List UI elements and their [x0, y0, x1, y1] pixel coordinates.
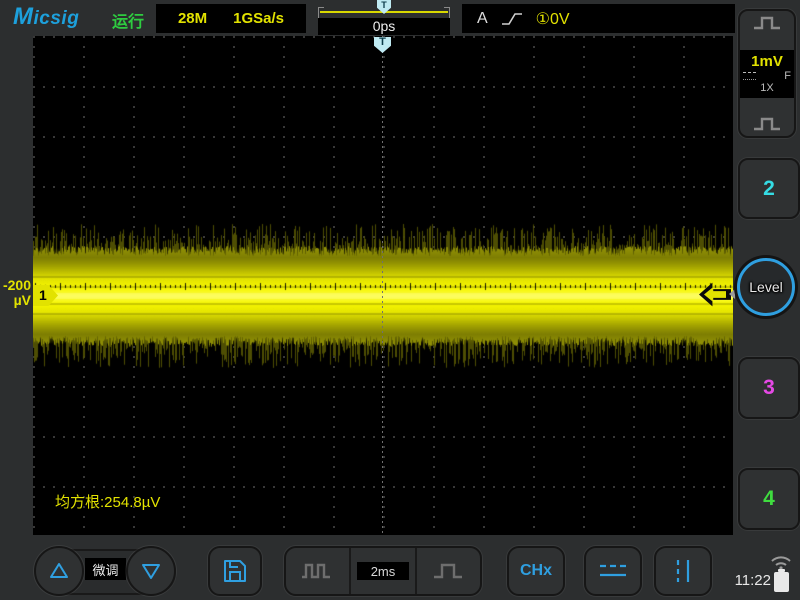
double-pulse-icon	[300, 561, 336, 581]
save-icon	[222, 558, 248, 584]
wifi-icon	[768, 552, 794, 570]
horizontal-cursor-icon	[597, 560, 629, 582]
channel1-widget[interactable]: 1mV F 1X	[738, 9, 796, 138]
rms-measurement: 均方根:254.8µV	[55, 491, 160, 512]
trigger-source: A	[477, 10, 488, 28]
timebase-group: 2ms	[284, 546, 482, 596]
adjust-up-button[interactable]	[34, 546, 84, 596]
clock: 11:22	[733, 572, 771, 589]
trigger-level: ①0V	[536, 9, 570, 29]
single-pulse-icon	[431, 561, 465, 581]
timebase-value-section[interactable]: 2ms	[349, 548, 416, 594]
offset-value: -200	[0, 278, 31, 293]
coupling-icon	[743, 72, 756, 80]
save-button[interactable]	[208, 546, 262, 596]
trigger-position-line	[382, 36, 383, 535]
offset-unit: µV	[0, 293, 31, 308]
waveform-canvas	[33, 36, 733, 535]
cursor-button[interactable]	[654, 546, 712, 596]
channel1-bandwidth: F	[784, 70, 791, 82]
channel-select-button[interactable]: CHx	[507, 546, 565, 596]
trigger-level-button[interactable]: Level	[737, 258, 795, 316]
channel3-button[interactable]: 3	[738, 357, 800, 419]
trigger-info-box[interactable]: A ①0V	[462, 4, 735, 33]
trigger-position-value: 0ps	[318, 18, 450, 35]
timebase-faster-button[interactable]	[286, 548, 349, 594]
measure-button[interactable]	[584, 546, 642, 596]
scale-down-icon[interactable]	[751, 114, 783, 134]
waveform-display[interactable]: T 1 均方根:254.8µV	[33, 36, 733, 535]
oscilloscope-app: Micsig 运行 28M 1GSa/s T 0ps A ①0V -200 µV…	[0, 0, 800, 600]
trigger-position-widget[interactable]: T 0ps	[318, 0, 450, 36]
level-pointer-icon	[729, 289, 735, 299]
battery-body	[774, 572, 789, 592]
channel1-info-box[interactable]: 1mV F 1X	[740, 50, 794, 98]
channel2-button[interactable]: 2	[738, 158, 800, 219]
timebase-value: 2ms	[357, 562, 409, 580]
run-status[interactable]: 运行	[112, 8, 144, 32]
scale-up-icon[interactable]	[751, 13, 783, 33]
triangle-up-icon	[48, 561, 70, 581]
channel-offset-label: -200 µV	[0, 278, 31, 308]
channel1-scale: 1mV	[751, 54, 783, 70]
fine-adjust-label[interactable]: 微调	[85, 558, 126, 580]
sample-rate: 1GSa/s	[233, 10, 284, 27]
channel4-button[interactable]: 4	[738, 468, 800, 530]
brand-logo: Micsig	[13, 3, 79, 31]
vertical-cursor-icon	[670, 557, 696, 585]
adjust-down-button[interactable]	[126, 546, 176, 596]
channel1-probe: 1X	[760, 82, 773, 94]
timebase-slower-button[interactable]	[417, 548, 480, 594]
acquisition-info-box[interactable]: 28M 1GSa/s	[156, 4, 306, 33]
rising-edge-icon	[501, 11, 523, 27]
triangle-down-icon	[140, 561, 162, 581]
memory-depth: 28M	[178, 10, 207, 27]
